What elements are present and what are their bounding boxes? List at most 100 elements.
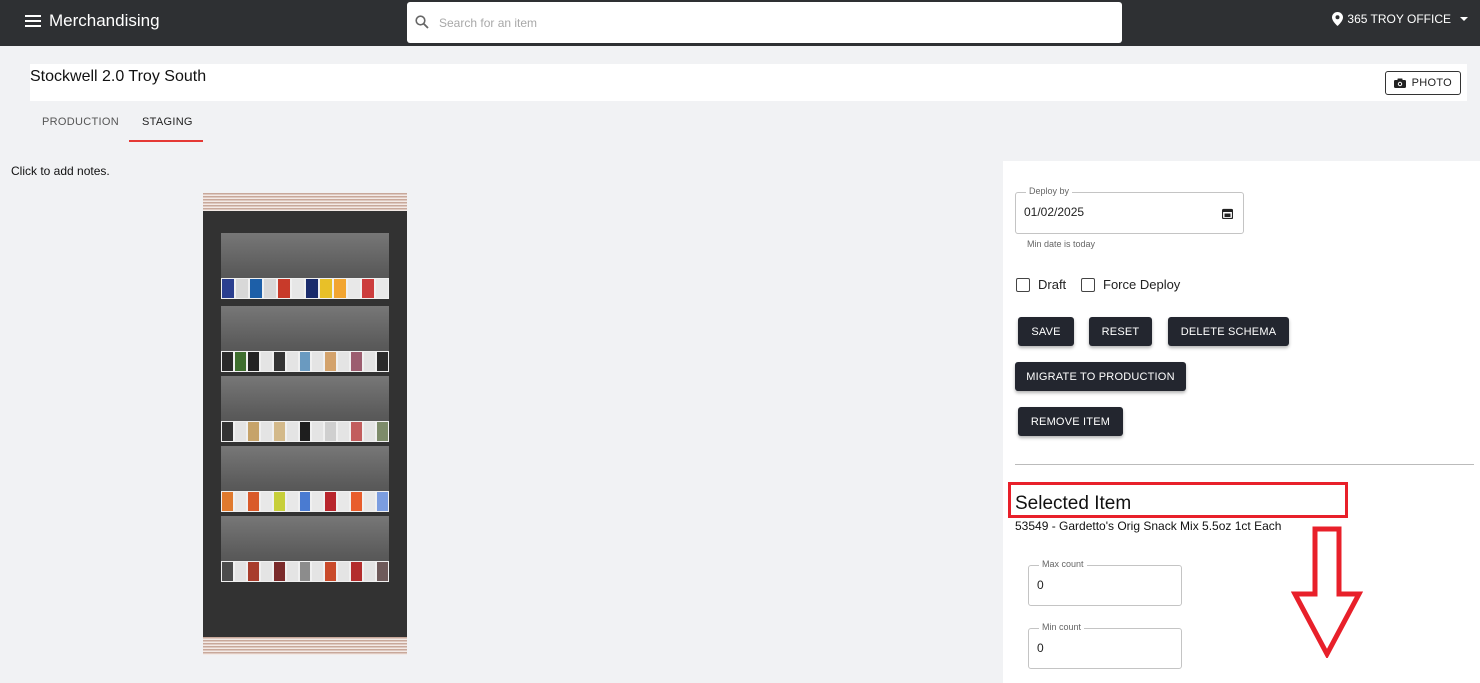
max-count-input[interactable] bbox=[1037, 578, 1207, 592]
product-facing[interactable] bbox=[234, 492, 246, 511]
checkbox-icon[interactable] bbox=[1016, 277, 1030, 292]
product-facing[interactable] bbox=[222, 562, 233, 581]
shelf-products[interactable] bbox=[221, 561, 389, 582]
product-facing[interactable] bbox=[312, 562, 324, 581]
product-facing[interactable] bbox=[377, 562, 388, 581]
product-facing[interactable] bbox=[312, 422, 324, 441]
location-selector[interactable]: 365 TROY OFFICE bbox=[1332, 12, 1468, 26]
product-facing[interactable] bbox=[299, 562, 311, 581]
delete-schema-button[interactable]: DELETE SCHEMA bbox=[1168, 317, 1289, 346]
shelf-3[interactable] bbox=[221, 376, 389, 442]
min-count-input[interactable] bbox=[1037, 641, 1207, 655]
product-facing[interactable] bbox=[377, 422, 388, 441]
product-facing[interactable] bbox=[351, 492, 363, 511]
photo-button[interactable]: PHOTO bbox=[1384, 71, 1461, 95]
product-facing[interactable] bbox=[260, 562, 272, 581]
product-facing[interactable] bbox=[364, 562, 376, 581]
product-facing[interactable] bbox=[234, 352, 246, 371]
save-button[interactable]: SAVE bbox=[1018, 317, 1074, 346]
draft-checkbox[interactable]: Draft bbox=[1016, 277, 1066, 292]
shelf-products[interactable] bbox=[221, 421, 389, 442]
product-facing[interactable] bbox=[364, 422, 376, 441]
product-facing[interactable] bbox=[377, 492, 388, 511]
product-facing[interactable] bbox=[273, 492, 285, 511]
product-facing[interactable] bbox=[292, 279, 304, 298]
product-facing[interactable] bbox=[222, 279, 234, 298]
product-facing[interactable] bbox=[273, 562, 285, 581]
tab-staging[interactable]: STAGING bbox=[142, 116, 193, 128]
product-facing[interactable] bbox=[236, 279, 248, 298]
product-facing[interactable] bbox=[278, 279, 290, 298]
product-facing[interactable] bbox=[338, 562, 350, 581]
product-facing[interactable] bbox=[250, 279, 262, 298]
product-facing[interactable] bbox=[247, 492, 259, 511]
checkbox-icon[interactable] bbox=[1081, 277, 1095, 292]
product-facing[interactable] bbox=[325, 352, 337, 371]
product-facing[interactable] bbox=[312, 492, 324, 511]
migrate-to-production-button[interactable]: MIGRATE TO PRODUCTION bbox=[1015, 362, 1186, 391]
min-count-field[interactable]: Min count bbox=[1028, 622, 1207, 669]
product-facing[interactable] bbox=[351, 422, 363, 441]
product-facing[interactable] bbox=[364, 352, 376, 371]
product-facing[interactable] bbox=[286, 562, 298, 581]
max-count-field[interactable]: Max count bbox=[1028, 559, 1207, 606]
product-facing[interactable] bbox=[320, 279, 332, 298]
shelf-1[interactable] bbox=[221, 233, 389, 299]
deploy-date-field[interactable]: Deploy by bbox=[1015, 186, 1244, 234]
product-facing[interactable] bbox=[334, 279, 346, 298]
product-facing[interactable] bbox=[222, 492, 233, 511]
product-facing[interactable] bbox=[260, 352, 272, 371]
product-facing[interactable] bbox=[299, 422, 311, 441]
product-facing[interactable] bbox=[286, 422, 298, 441]
shelf-products[interactable] bbox=[221, 351, 389, 372]
tab-production[interactable]: PRODUCTION bbox=[42, 116, 119, 128]
product-facing[interactable] bbox=[247, 562, 259, 581]
product-facing[interactable] bbox=[325, 492, 337, 511]
product-facing[interactable] bbox=[376, 279, 388, 298]
product-facing[interactable] bbox=[299, 492, 311, 511]
force-deploy-checkbox[interactable]: Force Deploy bbox=[1081, 277, 1180, 292]
product-facing[interactable] bbox=[338, 422, 350, 441]
product-facing[interactable] bbox=[273, 352, 285, 371]
product-facing[interactable] bbox=[306, 279, 318, 298]
product-facing[interactable] bbox=[299, 352, 311, 371]
search-input[interactable] bbox=[439, 12, 1099, 34]
product-facing[interactable] bbox=[351, 352, 363, 371]
product-facing[interactable] bbox=[325, 562, 337, 581]
product-facing[interactable] bbox=[286, 492, 298, 511]
product-facing[interactable] bbox=[325, 422, 337, 441]
shelf-4[interactable] bbox=[221, 446, 389, 512]
product-facing[interactable] bbox=[264, 279, 276, 298]
highlight-annotation-box bbox=[1008, 482, 1348, 518]
product-facing[interactable] bbox=[338, 352, 350, 371]
shelf-2[interactable] bbox=[221, 306, 389, 372]
product-facing[interactable] bbox=[222, 352, 233, 371]
search-bar[interactable] bbox=[407, 2, 1122, 43]
calendar-icon[interactable] bbox=[1222, 208, 1233, 219]
shelf-5[interactable] bbox=[221, 516, 389, 582]
remove-item-button[interactable]: REMOVE ITEM bbox=[1018, 407, 1123, 436]
deploy-date-input[interactable] bbox=[1024, 205, 1194, 219]
product-facing[interactable] bbox=[247, 422, 259, 441]
product-facing[interactable] bbox=[234, 562, 246, 581]
product-facing[interactable] bbox=[338, 492, 350, 511]
hamburger-menu-icon[interactable] bbox=[25, 15, 41, 27]
notes-text[interactable]: Click to add notes. bbox=[11, 164, 110, 178]
product-facing[interactable] bbox=[286, 352, 298, 371]
cooler-bottom-trim bbox=[203, 637, 407, 655]
product-facing[interactable] bbox=[234, 422, 246, 441]
product-facing[interactable] bbox=[312, 352, 324, 371]
product-facing[interactable] bbox=[222, 422, 233, 441]
product-facing[interactable] bbox=[247, 352, 259, 371]
product-facing[interactable] bbox=[377, 352, 388, 371]
product-facing[interactable] bbox=[364, 492, 376, 511]
product-facing[interactable] bbox=[351, 562, 363, 581]
product-facing[interactable] bbox=[260, 422, 272, 441]
shelf-products[interactable] bbox=[221, 491, 389, 512]
shelf-products[interactable] bbox=[221, 278, 389, 299]
product-facing[interactable] bbox=[260, 492, 272, 511]
product-facing[interactable] bbox=[348, 279, 360, 298]
product-facing[interactable] bbox=[362, 279, 374, 298]
reset-button[interactable]: RESET bbox=[1089, 317, 1152, 346]
product-facing[interactable] bbox=[273, 422, 285, 441]
